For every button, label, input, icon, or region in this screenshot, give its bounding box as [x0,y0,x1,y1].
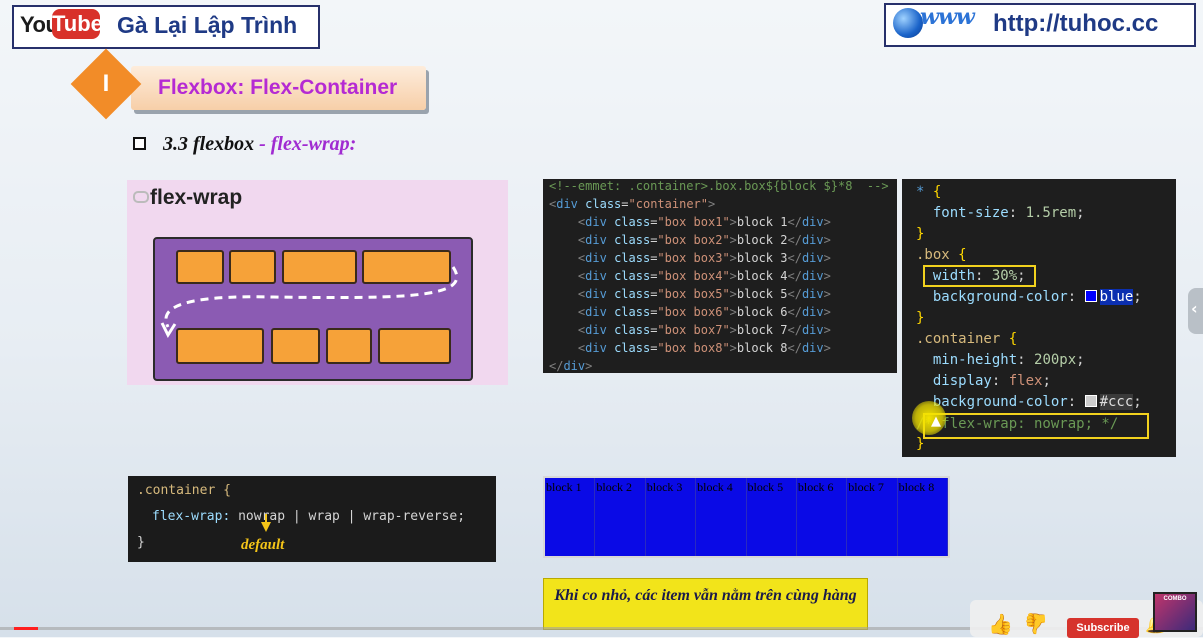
demo-block: block 8 [898,478,948,556]
flex-demo-output: block 1 block 2 block 3 block 4 block 5 … [543,476,950,558]
demo-block: block 7 [847,478,898,556]
arrow-down-icon [261,522,271,532]
code-line: <div class="container"> [549,197,716,211]
demo-block: block 1 [545,478,596,556]
code-line: <div class="box box4">block 4</div> [577,269,831,283]
code-line: <div class="box box3">block 3</div> [577,251,831,265]
color-swatch-gray [1084,395,1097,407]
subsection-property: flex-wrap: [270,133,357,155]
section-number: I [102,70,110,97]
video-progress-fill [14,627,38,630]
demo-block: block 5 [747,478,797,556]
syntax-code-panel: .container { flex-wrap: nowrap | wrap | … [128,476,496,562]
code-line: display: flex; [932,373,1051,389]
subsection-title: 3.3 flexbox - flex-wrap: [163,133,356,156]
code-line: <div class="box box8">block 8</div> [577,341,831,355]
youtube-logo-icon: Tube [52,9,103,39]
code-line: <div class="box box2">block 2</div> [577,233,831,247]
code-line: .container { [916,331,1018,347]
note-box: Khi co nhỏ, các item vẫn nằm trên cùng h… [543,578,868,630]
mouse-cursor-icon: ▲ [931,414,941,429]
www-logo: www [920,4,975,30]
side-panel-handle[interactable] [1188,288,1203,334]
channel-avatar[interactable]: COMBO [1153,592,1197,632]
channel-name: Gà Lại Lập Trình [117,12,298,38]
code-line: * { [916,184,942,200]
highlight-box [923,413,1149,439]
demo-block: block 3 [646,478,697,556]
subsection-separator: - [254,133,271,155]
code-line: } [137,535,145,550]
color-swatch-blue [1084,290,1097,302]
code-line: } [916,226,925,242]
highlight-box [923,265,1036,287]
demo-block: block 6 [797,478,848,556]
code-line: <!--emmet: .container>.box.box${block $}… [549,179,889,193]
like-icon[interactable]: 👍 [988,612,1013,636]
section-title: Flexbox: Flex-Container [158,76,398,99]
link-icon [133,191,149,203]
code-line: <div class="box box1">block 1</div> [577,215,831,229]
subsection-number: 3.3 flexbox [163,133,255,155]
demo-block: block 2 [595,478,646,556]
default-label: default [241,537,285,553]
globe-icon [893,8,923,38]
html-code-panel: <!--emmet: .container>.box.box${block $}… [543,179,897,373]
code-line: flex-wrap: nowrap | wrap | wrap-reverse; [152,509,466,524]
illustration-title: flex-wrap [150,186,243,209]
code-line: <div class="box box6">block 6</div> [577,305,831,319]
demo-block: block 4 [696,478,747,556]
avatar-label: COMBO [1163,596,1187,602]
code-line: font-size: 1.5rem; [932,205,1085,221]
code-line: background-color: blue; [932,289,1142,305]
website-url: http://tuhoc.cc [993,10,1159,37]
code-line: min-height: 200px; [932,352,1085,368]
dislike-icon[interactable]: 👍 [1024,612,1049,636]
code-line: .box { [916,247,967,263]
code-line: background-color: #ccc; [932,394,1142,410]
wrap-arrow-icon [160,266,459,339]
checkbox-bullet-icon [133,137,146,150]
code-line: <div class="box box7">block 7</div> [577,323,831,337]
subscribe-button[interactable]: Subscribe [1067,618,1139,638]
code-line: </div> [549,359,593,373]
code-line: } [916,310,925,326]
code-line: .container { [137,483,231,498]
code-line: <div class="box box5">block 5</div> [577,287,831,301]
